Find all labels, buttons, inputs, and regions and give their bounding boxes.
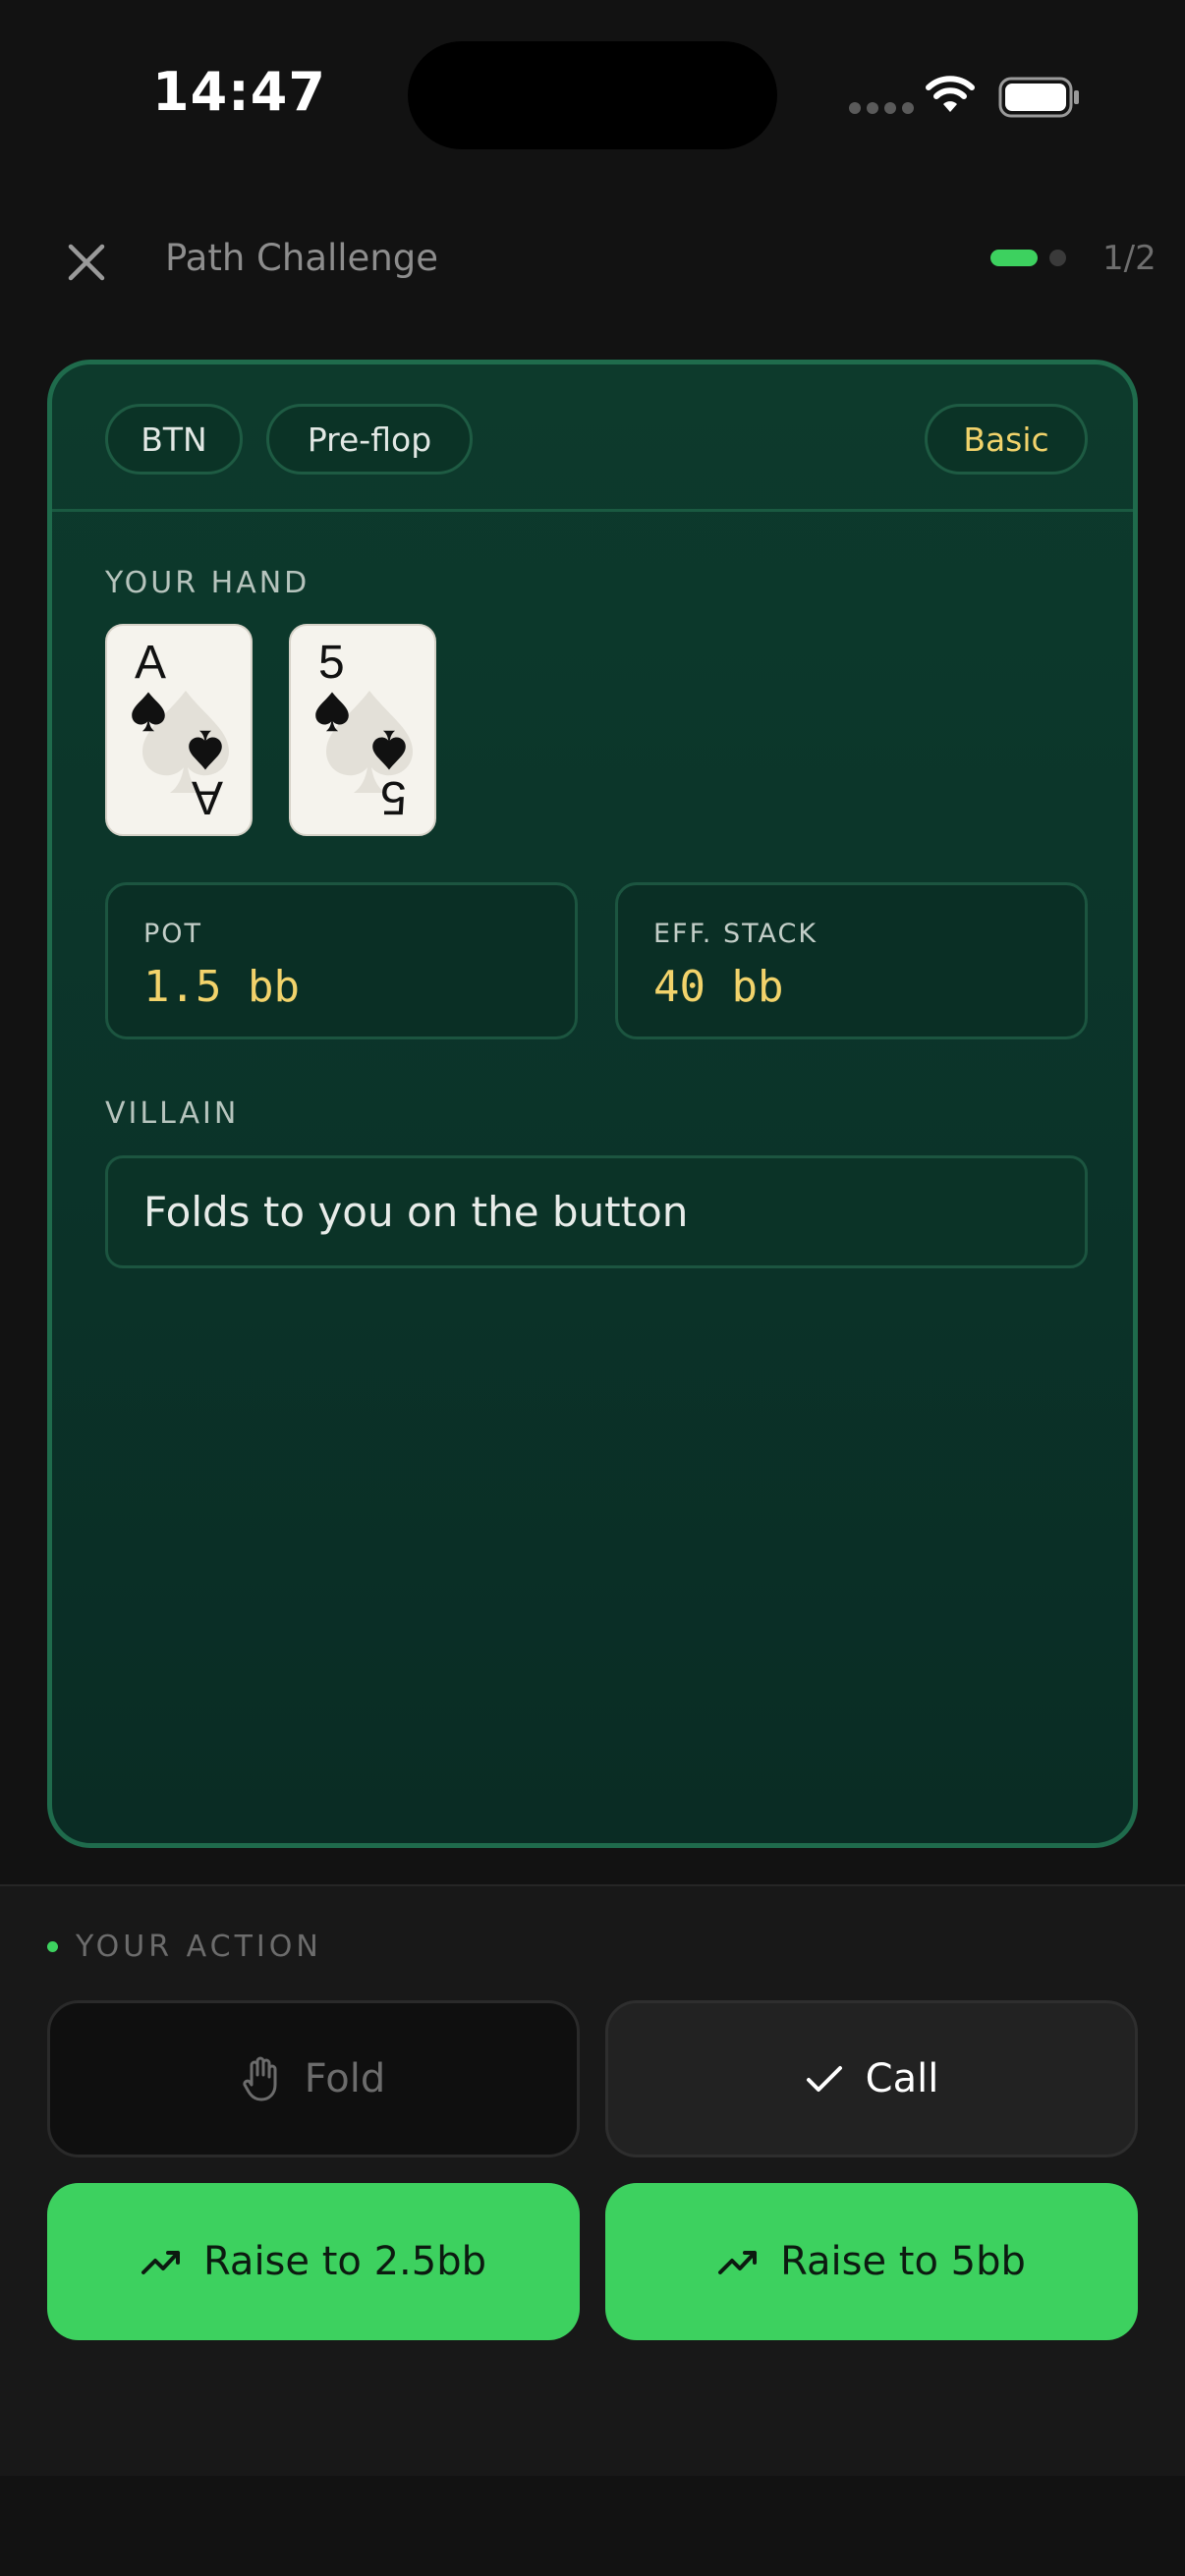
battery-icon [998,77,1079,118]
hand-icon [243,2056,277,2101]
call-label: Call [865,2056,939,2101]
action-panel: YOUR ACTION Fold Call Raise to 2.5bb Rai… [0,1884,1185,2476]
card-rank: 5 [318,637,345,689]
hand-label: YOUR HAND [105,566,310,600]
progress-step-active [990,250,1038,266]
action-label: YOUR ACTION [76,1930,322,1964]
check-icon [806,2066,842,2092]
page-title: Path Challenge [165,237,439,279]
trending-up-icon [141,2251,181,2274]
spade-icon [189,730,222,770]
pot-label: POT [143,919,203,949]
street-chip: Pre-flop [266,404,473,475]
action-header: YOUR ACTION [47,1930,322,1964]
pot-value: 1.5 bb [143,962,300,1012]
spade-icon [372,730,406,770]
villain-action-box: Folds to you on the button [105,1155,1088,1268]
card-rank: A [135,637,167,689]
status-dot [47,1941,58,1952]
fold-label: Fold [304,2056,386,2101]
card-header: BTN Pre-flop Basic [52,364,1133,512]
status-bar: 14:47 [0,0,1185,192]
stack-box: EFF. STACK 40 bb [615,882,1088,1039]
dynamic-island [408,41,777,149]
cellular-signal-icon [849,102,914,114]
raise-small-button[interactable]: Raise to 2.5bb [47,2183,580,2340]
hole-card-2: 5 5 [289,624,436,836]
stack-label: EFF. STACK [653,919,818,949]
spade-icon [315,692,349,732]
trending-up-icon [718,2251,758,2274]
hole-card-1: A A [105,624,253,836]
call-button[interactable]: Call [605,2000,1138,2157]
stack-value: 40 bb [653,962,784,1012]
home-indicator-area [0,2476,1185,2576]
raise-big-label: Raise to 5bb [780,2239,1026,2284]
close-icon[interactable] [65,241,108,284]
villain-label: VILLAIN [105,1096,240,1131]
card-rank-inverted: 5 [380,771,407,823]
difficulty-badge: Basic [925,404,1088,475]
progress-count: 1/2 [1102,239,1157,278]
position-chip: BTN [105,404,243,475]
raise-big-button[interactable]: Raise to 5bb [605,2183,1138,2340]
spade-icon [132,692,165,732]
progress-indicator [990,250,1066,266]
top-bar: Path Challenge 1/2 [0,221,1185,300]
fold-button[interactable]: Fold [47,2000,580,2157]
villain-action-text: Folds to you on the button [143,1188,689,1236]
card-rank-inverted: A [191,771,223,823]
progress-step-inactive [1049,250,1066,266]
pot-box: POT 1.5 bb [105,882,578,1039]
raise-small-label: Raise to 2.5bb [203,2239,486,2284]
scenario-card: BTN Pre-flop Basic YOUR HAND A A 5 5 POT… [47,360,1138,1848]
wifi-icon [926,76,975,112]
status-time: 14:47 [152,61,326,123]
